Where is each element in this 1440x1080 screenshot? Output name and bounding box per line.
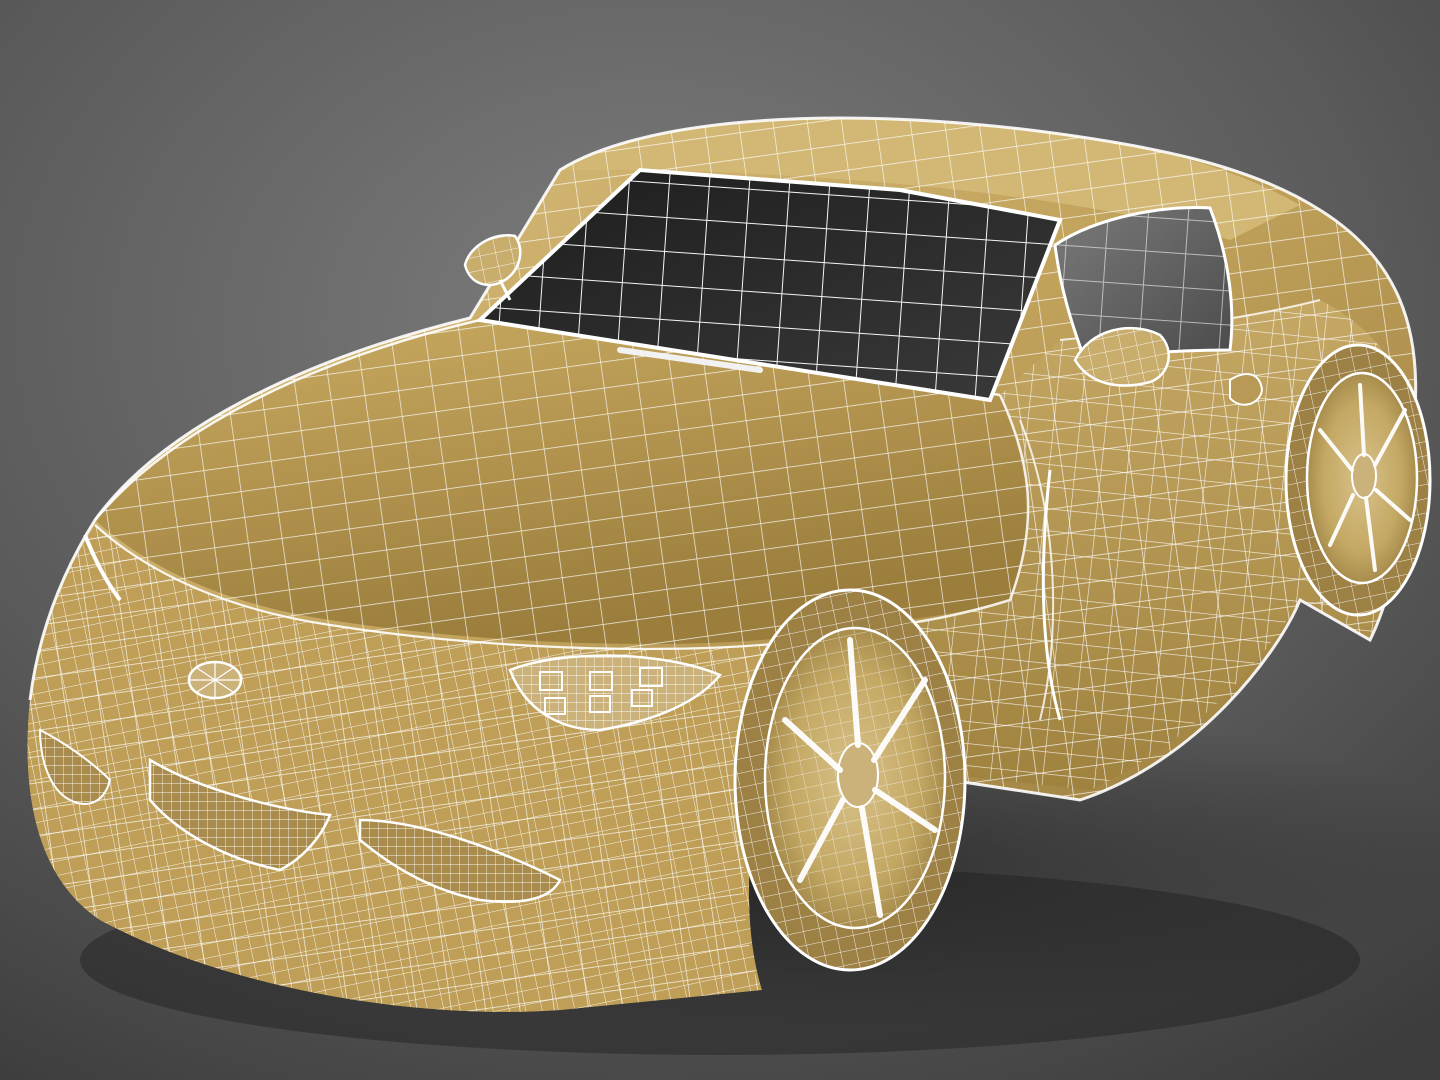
side-vent <box>1229 373 1264 406</box>
render-viewport <box>0 0 1440 1080</box>
car-wireframe-render <box>27 116 1432 1055</box>
front-wheel <box>733 588 967 972</box>
rear-wheel <box>1284 343 1432 617</box>
front-emblem <box>187 660 243 700</box>
